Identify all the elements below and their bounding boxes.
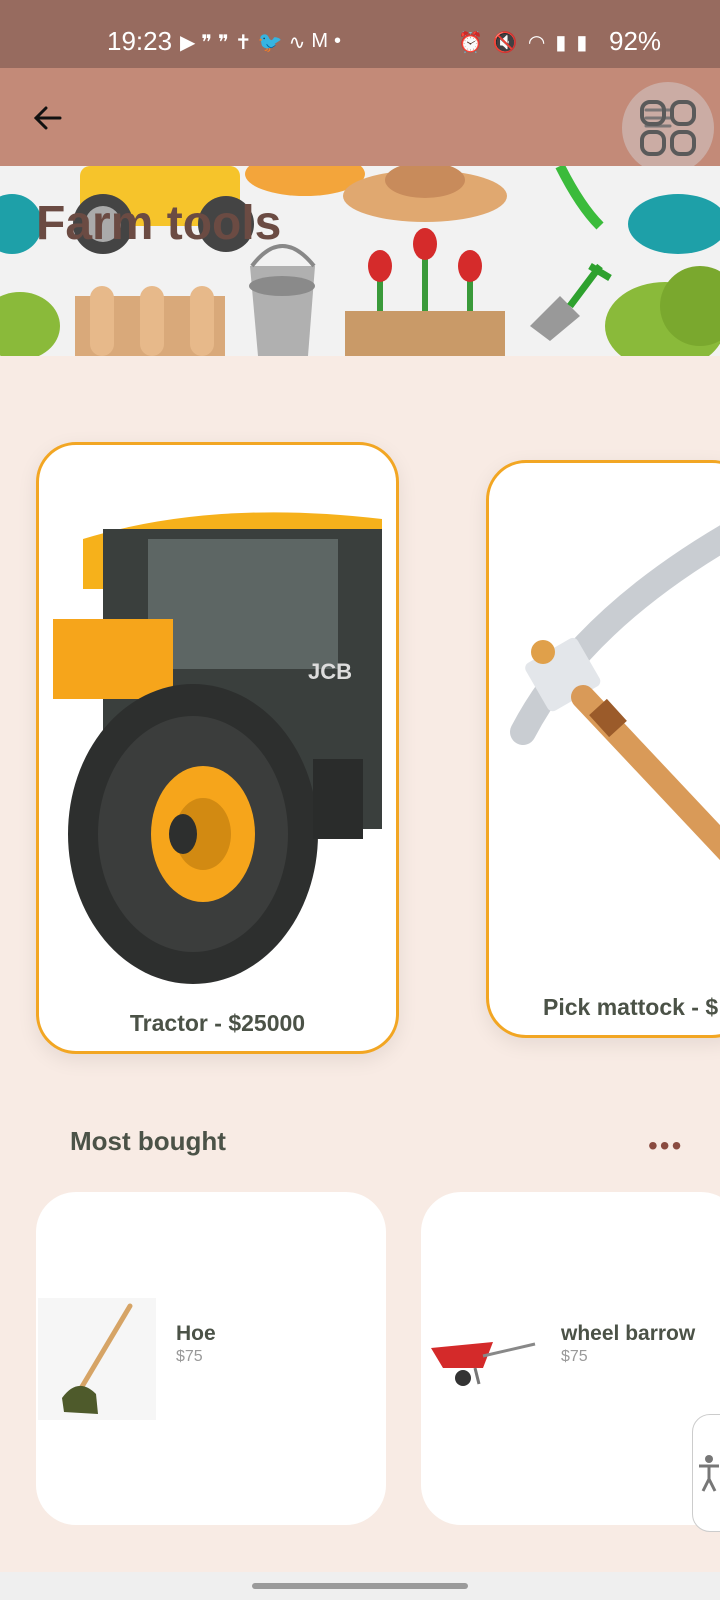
section-title-most-bought: Most bought bbox=[70, 1126, 226, 1156]
page-title: Farm tools bbox=[36, 197, 282, 250]
card-image-frame bbox=[503, 477, 720, 1021]
quote-icon: ❞ bbox=[201, 32, 213, 54]
activity-icon: ∿ bbox=[288, 32, 306, 54]
alarm-icon: ⏰ bbox=[458, 32, 483, 54]
product-card-pick-mattock[interactable]: Pick mattock - $ bbox=[486, 460, 720, 1038]
list-item-price: $75 bbox=[176, 1348, 203, 1365]
floating-apps-button[interactable] bbox=[622, 82, 714, 174]
notification-icons: ▶ ❞ ❞ ✝ 🐦 ∿ M • bbox=[180, 30, 341, 55]
status-time: 19:23 bbox=[107, 26, 173, 56]
list-item-price: $75 bbox=[561, 1348, 588, 1365]
accessibility-icon bbox=[699, 1455, 719, 1492]
hero-banner: Farm tools bbox=[0, 166, 720, 356]
back-button[interactable] bbox=[26, 96, 70, 140]
home-indicator[interactable] bbox=[252, 1583, 468, 1589]
mute-icon: 🔇 bbox=[492, 32, 518, 54]
product-card-caption: Pick mattock - $ bbox=[543, 994, 719, 1020]
list-item-name: Hoe bbox=[176, 1322, 216, 1345]
battery-level: 92% bbox=[609, 26, 662, 56]
tractor-image: JCB bbox=[53, 479, 382, 999]
arrow-left-icon bbox=[33, 106, 62, 130]
signal-icon: ▮ bbox=[576, 32, 588, 54]
youtube-icon: ▶ bbox=[180, 32, 196, 54]
list-item-hoe[interactable]: Hoe $75 bbox=[36, 1192, 386, 1525]
card-image-frame: JCB bbox=[53, 459, 382, 1037]
pick-mattock-image bbox=[503, 497, 720, 957]
apps-grid-icon bbox=[640, 100, 696, 156]
twitter-icon: 🐦 bbox=[257, 32, 283, 54]
product-card-caption: Tractor - $25000 bbox=[129, 1010, 306, 1036]
product-card-tractor[interactable]: JCB Tractor - $25000 bbox=[36, 442, 399, 1054]
wifi-icon: ◠ bbox=[527, 32, 546, 54]
system-icons: ⏰ 🔇 ◠ ▮ ▮ bbox=[458, 30, 587, 55]
more-horizontal-icon[interactable]: ••• bbox=[648, 1130, 683, 1162]
list-item-wheel-barrow[interactable]: wheel barrow $75 bbox=[421, 1192, 720, 1525]
mail-icon: M bbox=[311, 30, 329, 52]
app-bar bbox=[0, 68, 720, 166]
farm-illustration bbox=[0, 166, 720, 356]
bible-icon: ✝ bbox=[234, 32, 252, 54]
list-item-name: wheel barrow bbox=[561, 1322, 696, 1345]
hoe-image bbox=[38, 1298, 156, 1420]
status-bar: 19:23 ▶ ❞ ❞ ✝ 🐦 ∿ M • ⏰ 🔇 ◠ ▮ ▮ 92% bbox=[0, 0, 720, 68]
wheelbarrow-image bbox=[423, 1298, 541, 1420]
quote-icon: ❞ bbox=[218, 32, 229, 54]
accessibility-button[interactable] bbox=[692, 1414, 720, 1532]
dot-icon: • bbox=[334, 30, 342, 52]
signal-icon: ▮ bbox=[555, 32, 567, 54]
svg-text:JCB: JCB bbox=[308, 659, 352, 684]
system-nav-bar bbox=[0, 1572, 720, 1600]
